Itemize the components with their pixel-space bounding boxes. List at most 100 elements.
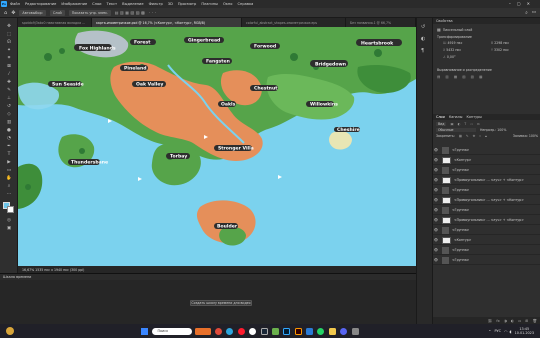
visibility-eye-icon[interactable]: 👁︎: [433, 188, 439, 192]
visibility-eye-icon[interactable]: 👁︎: [433, 238, 439, 242]
app-icon-explorer[interactable]: [328, 327, 336, 335]
menu-3d[interactable]: 3D: [168, 2, 173, 6]
canvas-area[interactable]: Fox Highlands Forest Gingerbread Forwood…: [18, 27, 416, 273]
filter-icons[interactable]: ▣ ◐ T ▭ ⧉: [450, 122, 481, 126]
magic-wand-icon[interactable]: ✦: [4, 48, 14, 54]
opacity-field[interactable]: Непрозр.: 100%: [480, 128, 506, 132]
angle-field[interactable]: 0,00°: [447, 55, 456, 59]
hand-tool-icon[interactable]: ✋: [4, 176, 14, 182]
app-icon-illustrator[interactable]: [294, 327, 302, 335]
more-tools-icon[interactable]: ···: [4, 192, 14, 198]
blend-mode-select[interactable]: Обычные: [436, 128, 476, 132]
tray-arrow-icon[interactable]: ⌃: [488, 329, 491, 334]
link-icon[interactable]: ⛓︎: [488, 319, 493, 323]
layer-row[interactable]: 👁︎ <Группа>: [433, 186, 540, 195]
move-tool-icon[interactable]: ✥: [11, 10, 15, 16]
app-icon-steam[interactable]: [260, 327, 268, 335]
layer-row[interactable]: 👁︎ <Группа>: [433, 146, 540, 155]
taskbar-search[interactable]: Поиск: [152, 327, 193, 335]
visibility-eye-icon[interactable]: 👁︎: [433, 178, 439, 182]
volume-icon[interactable]: ◖: [509, 329, 511, 334]
pen-tool-icon[interactable]: ✒: [4, 144, 14, 150]
workspace-icon[interactable]: ▭: [532, 10, 536, 15]
adjustment-icon[interactable]: ◐: [511, 319, 514, 323]
show-transform-checkbox[interactable]: Показать упр. элем.: [68, 9, 111, 16]
brush-tool-icon[interactable]: ✎: [4, 88, 14, 94]
frame-tool-icon[interactable]: ⊠: [4, 64, 14, 70]
new-layer-icon[interactable]: ⊞: [525, 319, 528, 323]
menu-plugins[interactable]: Плагины: [201, 2, 218, 6]
layer-row[interactable]: 👁︎ <Группа>: [433, 246, 540, 255]
app-icon-photoshop[interactable]: [283, 327, 291, 335]
paragraph-icon[interactable]: ¶: [421, 48, 429, 56]
zoom-tool-icon[interactable]: ⌕: [4, 184, 14, 190]
history-icon[interactable]: ↺: [421, 24, 429, 32]
visibility-eye-icon[interactable]: 👁︎: [433, 198, 439, 202]
app-icon-vscode[interactable]: [306, 327, 313, 335]
menu-image[interactable]: Изображение: [61, 2, 87, 6]
doc-tab-3[interactable]: colorful_abstract_shapes-изометричкое.ep…: [242, 18, 346, 27]
menu-edit[interactable]: Редактирование: [25, 2, 56, 6]
x-field[interactable]: 5432 пкс: [446, 48, 461, 52]
shape-tool-icon[interactable]: ▭: [4, 168, 14, 174]
align-icons[interactable]: ▤▥▦▧▨▩ ···: [115, 10, 158, 15]
home-icon[interactable]: ⌂: [4, 10, 7, 16]
app-icon-game[interactable]: [271, 327, 279, 335]
auto-select-toggle[interactable]: Автовыбор:: [19, 9, 46, 16]
menu-text[interactable]: Текст: [107, 2, 118, 6]
visibility-eye-icon[interactable]: 👁︎: [433, 168, 439, 172]
language-indicator[interactable]: РУС: [494, 329, 500, 333]
menu-layers[interactable]: Слои: [92, 2, 101, 6]
layer-row[interactable]: 👁︎ <Контур>: [433, 236, 540, 245]
tab-paths[interactable]: Контуры: [466, 115, 482, 119]
dodge-tool-icon[interactable]: ◔: [4, 136, 14, 142]
menu-window[interactable]: Окно: [223, 2, 233, 6]
marquee-tool-icon[interactable]: ⬚: [4, 32, 14, 38]
blur-tool-icon[interactable]: ●: [4, 128, 14, 134]
clock[interactable]: 13:45 10.01.2023: [515, 327, 534, 335]
fill-field[interactable]: Заливка: 100%: [513, 134, 538, 138]
layer-kind-select[interactable]: Вид: [436, 122, 447, 126]
app-icon-opera[interactable]: [237, 327, 245, 335]
menu-file[interactable]: Файл: [10, 2, 20, 6]
ps-logo-icon[interactable]: Ps: [1, 1, 7, 7]
quick-mask-icon[interactable]: ◎: [4, 218, 14, 224]
new-group-icon[interactable]: ▭: [518, 319, 521, 323]
tab-layers[interactable]: Слои: [436, 115, 445, 119]
visibility-eye-icon[interactable]: 👁︎: [433, 208, 439, 212]
healing-brush-icon[interactable]: ✚: [4, 80, 14, 86]
history-brush-icon[interactable]: ↺: [4, 104, 14, 110]
app-icon-chrome[interactable]: [215, 327, 222, 335]
visibility-eye-icon[interactable]: 👁︎: [433, 228, 439, 232]
doc-tab-active[interactable]: карта-изометричкое.psd @ 16,7% (<Контур>…: [92, 18, 242, 27]
menu-select[interactable]: Выделение: [122, 2, 143, 6]
y-field[interactable]: 3302 пкс: [494, 48, 509, 52]
app-icon-whatsapp[interactable]: [317, 327, 325, 335]
screen-mode-icon[interactable]: ▣: [4, 226, 14, 232]
gradient-tool-icon[interactable]: ▥: [4, 120, 14, 126]
background-color-swatch[interactable]: [7, 206, 14, 213]
path-select-icon[interactable]: ▶: [4, 160, 14, 166]
delete-icon[interactable]: 🗑︎: [532, 319, 537, 323]
properties-title[interactable]: Свойства: [436, 19, 453, 23]
weather-icon[interactable]: [6, 327, 14, 335]
lasso-tool-icon[interactable]: ᘏ: [4, 40, 14, 46]
target-select[interactable]: Слой: [49, 9, 65, 16]
layer-row[interactable]: 👁︎ <Контур>: [433, 156, 540, 165]
visibility-eye-icon[interactable]: 👁︎: [433, 248, 439, 252]
layer-row[interactable]: 👁︎ <Прямоугольник> ... <луч> + <Контур>: [433, 216, 540, 225]
layer-row[interactable]: 👁︎ <Группа>: [433, 256, 540, 265]
windows-start-icon[interactable]: [141, 327, 149, 335]
app-icon-telegram[interactable]: [226, 327, 234, 335]
app-icon-store[interactable]: [351, 327, 359, 335]
layer-row[interactable]: 👁︎ <Группа>: [433, 166, 540, 175]
create-timeline-button[interactable]: Создать шкалу времени для видео: [190, 300, 252, 306]
visibility-eye-icon[interactable]: 👁︎: [433, 218, 439, 222]
visibility-eye-icon[interactable]: 👁︎: [433, 148, 439, 152]
tab-channels[interactable]: Каналы: [449, 115, 463, 119]
app-icon-cats[interactable]: [194, 327, 211, 335]
menu-help[interactable]: Справка: [238, 2, 254, 6]
stamp-tool-icon[interactable]: ⊥: [4, 96, 14, 102]
map-artwork[interactable]: Fox Highlands Forest Gingerbread Forwood…: [18, 27, 416, 266]
layer-row[interactable]: 👁︎ <Прямоугольник> ... <луч> + <Контур>: [433, 176, 540, 185]
